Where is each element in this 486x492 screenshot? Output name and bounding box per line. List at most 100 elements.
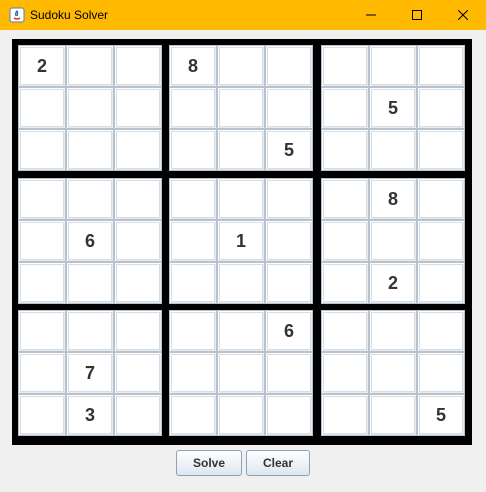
sudoku-cell[interactable] bbox=[18, 394, 66, 436]
sudoku-cell[interactable] bbox=[169, 352, 217, 394]
sudoku-cell[interactable] bbox=[321, 129, 369, 171]
cell-value: 5 bbox=[435, 404, 446, 425]
sudoku-cell[interactable] bbox=[169, 310, 217, 352]
sudoku-cell[interactable] bbox=[66, 310, 114, 352]
minimize-button[interactable] bbox=[348, 0, 394, 30]
sudoku-cell[interactable] bbox=[114, 352, 162, 394]
sudoku-cell[interactable] bbox=[417, 87, 465, 129]
sudoku-cell[interactable]: 2 bbox=[369, 262, 417, 304]
solve-button[interactable]: Solve bbox=[176, 450, 242, 476]
window-title: Sudoku Solver bbox=[30, 8, 109, 22]
sudoku-cell[interactable] bbox=[66, 87, 114, 129]
sudoku-cell[interactable] bbox=[265, 352, 313, 394]
sudoku-cell[interactable] bbox=[114, 310, 162, 352]
sudoku-cell[interactable] bbox=[169, 394, 217, 436]
sudoku-cell[interactable] bbox=[265, 220, 313, 262]
sudoku-cell[interactable] bbox=[18, 129, 66, 171]
sudoku-cell[interactable] bbox=[169, 262, 217, 304]
sudoku-cell[interactable] bbox=[66, 178, 114, 220]
sudoku-cell[interactable] bbox=[321, 394, 369, 436]
sudoku-cell[interactable] bbox=[417, 178, 465, 220]
close-button[interactable] bbox=[440, 0, 486, 30]
sudoku-cell[interactable] bbox=[369, 45, 417, 87]
sudoku-cell[interactable]: 1 bbox=[217, 220, 265, 262]
sudoku-cell[interactable] bbox=[169, 129, 217, 171]
sudoku-cell[interactable] bbox=[417, 310, 465, 352]
title-bar: Sudoku Solver bbox=[0, 0, 486, 30]
sudoku-cell[interactable] bbox=[417, 352, 465, 394]
sudoku-cell[interactable] bbox=[169, 178, 217, 220]
sudoku-cell[interactable] bbox=[114, 178, 162, 220]
sudoku-cell[interactable] bbox=[18, 87, 66, 129]
sudoku-cell[interactable]: 5 bbox=[417, 394, 465, 436]
maximize-button[interactable] bbox=[394, 0, 440, 30]
sudoku-cell[interactable] bbox=[417, 262, 465, 304]
sudoku-cell[interactable]: 5 bbox=[369, 87, 417, 129]
sudoku-cell[interactable] bbox=[114, 45, 162, 87]
cell-value: 5 bbox=[387, 97, 398, 118]
sudoku-cell[interactable] bbox=[66, 129, 114, 171]
sudoku-cell[interactable] bbox=[321, 45, 369, 87]
sudoku-cell[interactable]: 8 bbox=[169, 45, 217, 87]
sudoku-cell[interactable]: 6 bbox=[66, 220, 114, 262]
sudoku-cell[interactable] bbox=[217, 394, 265, 436]
sudoku-cell[interactable] bbox=[321, 352, 369, 394]
sudoku-cell[interactable] bbox=[265, 87, 313, 129]
sudoku-cell[interactable] bbox=[169, 220, 217, 262]
sudoku-cell[interactable] bbox=[217, 310, 265, 352]
sudoku-cell[interactable] bbox=[265, 262, 313, 304]
sudoku-cell[interactable] bbox=[217, 87, 265, 129]
minimize-icon bbox=[366, 14, 376, 16]
sudoku-cell[interactable] bbox=[321, 178, 369, 220]
sudoku-cell[interactable] bbox=[217, 262, 265, 304]
sudoku-cell[interactable]: 2 bbox=[18, 45, 66, 87]
cell-value: 3 bbox=[84, 404, 95, 425]
sudoku-cell[interactable] bbox=[321, 87, 369, 129]
sudoku-cell[interactable] bbox=[217, 178, 265, 220]
sudoku-cell[interactable] bbox=[321, 262, 369, 304]
cell-value: 7 bbox=[84, 362, 95, 383]
sudoku-cell[interactable] bbox=[369, 394, 417, 436]
sudoku-cell[interactable] bbox=[66, 45, 114, 87]
clear-button[interactable]: Clear bbox=[246, 450, 310, 476]
cell-value: 2 bbox=[387, 272, 398, 293]
sudoku-cell[interactable] bbox=[114, 394, 162, 436]
sudoku-board: 2 8 5 5 6 1 8 2 7 3 6 5 bbox=[12, 39, 472, 445]
sudoku-cell[interactable] bbox=[18, 352, 66, 394]
sudoku-cell[interactable] bbox=[217, 352, 265, 394]
sudoku-cell[interactable]: 8 bbox=[369, 178, 417, 220]
sudoku-cell[interactable] bbox=[417, 129, 465, 171]
sudoku-cell[interactable]: 7 bbox=[66, 352, 114, 394]
sudoku-cell[interactable]: 6 bbox=[265, 310, 313, 352]
sudoku-cell[interactable] bbox=[369, 310, 417, 352]
sudoku-cell[interactable] bbox=[321, 220, 369, 262]
sudoku-cell[interactable] bbox=[18, 262, 66, 304]
sudoku-cell[interactable] bbox=[66, 262, 114, 304]
sudoku-cell[interactable]: 3 bbox=[66, 394, 114, 436]
sudoku-cell[interactable] bbox=[114, 220, 162, 262]
sudoku-cell[interactable] bbox=[417, 45, 465, 87]
sudoku-cell[interactable] bbox=[217, 129, 265, 171]
sudoku-cell[interactable] bbox=[369, 352, 417, 394]
sudoku-cell[interactable] bbox=[18, 310, 66, 352]
sudoku-cell[interactable] bbox=[417, 220, 465, 262]
sudoku-cell[interactable] bbox=[265, 45, 313, 87]
sudoku-cell[interactable] bbox=[369, 220, 417, 262]
cell-value: 6 bbox=[283, 320, 294, 341]
cell-value: 2 bbox=[36, 55, 47, 76]
sudoku-cell[interactable] bbox=[169, 87, 217, 129]
sudoku-cell[interactable]: 5 bbox=[265, 129, 313, 171]
sudoku-cell[interactable] bbox=[114, 262, 162, 304]
sudoku-cell[interactable] bbox=[265, 178, 313, 220]
cell-value: 6 bbox=[84, 230, 95, 251]
sudoku-cell[interactable] bbox=[321, 310, 369, 352]
sudoku-cell[interactable] bbox=[114, 87, 162, 129]
sudoku-cell[interactable] bbox=[18, 178, 66, 220]
sudoku-cell[interactable] bbox=[18, 220, 66, 262]
maximize-icon bbox=[412, 10, 422, 20]
sudoku-cell[interactable] bbox=[265, 394, 313, 436]
java-app-icon bbox=[9, 7, 25, 23]
sudoku-cell[interactable] bbox=[114, 129, 162, 171]
sudoku-cell[interactable] bbox=[217, 45, 265, 87]
sudoku-cell[interactable] bbox=[369, 129, 417, 171]
